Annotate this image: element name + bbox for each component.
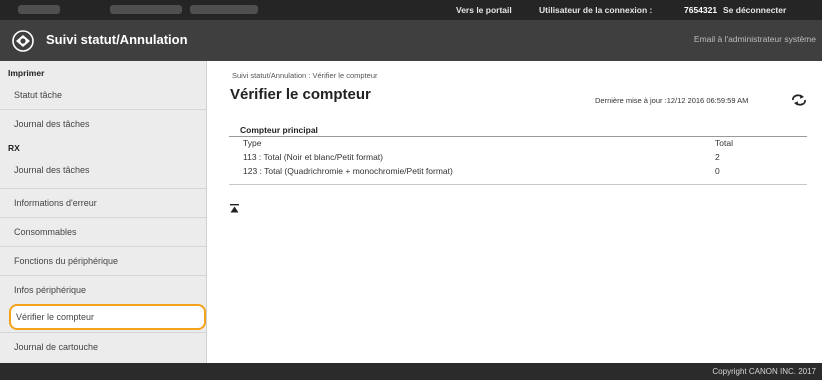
breadcrumb: Suivi statut/Annulation : Vérifier le co… (232, 71, 378, 80)
sidebar-item-check-counter[interactable]: Vérifier le compteur (9, 304, 206, 330)
sidebar-section-print: Imprimer (8, 68, 45, 78)
copyright-text: Copyright CANON INC. 2017 (712, 367, 816, 376)
table-header-row: Type Total (229, 137, 807, 151)
blurred-device-info (110, 5, 182, 14)
main-content: Suivi statut/Annulation : Vérifier le co… (207, 61, 822, 363)
email-admin-link[interactable]: Email à l'administrateur système (694, 34, 816, 44)
page-header-title: Suivi statut/Annulation (46, 32, 188, 47)
sidebar-item-error-info[interactable]: Informations d'erreur (0, 188, 206, 216)
login-user-label: Utilisateur de la connexion : (539, 5, 653, 15)
sidebar-item-job-status[interactable]: Statut tâche (0, 81, 206, 109)
app-logo-icon (12, 30, 34, 52)
sidebar: Imprimer Statut tâche Journal des tâches… (0, 61, 207, 363)
sidebar-item-cartridge-log[interactable]: Journal de cartouche (0, 332, 206, 360)
counter-total: 2 (715, 152, 720, 162)
column-header-type: Type (243, 138, 262, 148)
blurred-device-info (190, 5, 258, 14)
sidebar-item-consumables[interactable]: Consommables (0, 217, 206, 245)
counter-total: 0 (715, 166, 720, 176)
footer: Copyright CANON INC. 2017 (0, 363, 822, 380)
title-bar: Suivi statut/Annulation Email à l'admini… (0, 20, 822, 61)
table-row: 123 : Total (Quadrichromie + monochromie… (229, 165, 807, 179)
counter-heading: Compteur principal (240, 125, 318, 135)
blurred-device-name (18, 5, 60, 14)
scroll-top-icon[interactable] (230, 204, 239, 213)
sidebar-item-rx-job-log[interactable]: Journal des tâches (0, 156, 206, 184)
sidebar-section-rx: RX (8, 143, 20, 153)
portal-link[interactable]: Vers le portail (456, 5, 512, 15)
sidebar-item-device-features[interactable]: Fonctions du périphérique (0, 246, 206, 274)
table-row: 113 : Total (Noir et blanc/Petit format)… (229, 151, 807, 165)
last-update-text: Dernière mise à jour :12/12 2016 06:59:5… (595, 96, 749, 105)
divider (229, 184, 807, 185)
column-header-total: Total (715, 138, 733, 148)
page-title: Vérifier le compteur (230, 86, 371, 103)
sidebar-item-device-info[interactable]: Infos périphérique (0, 275, 206, 303)
top-bar: Vers le portail Utilisateur de la connex… (0, 0, 822, 20)
login-user-id: 7654321 (684, 5, 718, 15)
counter-type: 113 : Total (Noir et blanc/Petit format) (243, 152, 383, 162)
logout-link[interactable]: Se déconnecter (723, 5, 786, 15)
refresh-icon[interactable] (791, 94, 807, 106)
sidebar-item-print-job-log[interactable]: Journal des tâches (0, 109, 206, 137)
counter-type: 123 : Total (Quadrichromie + monochromie… (243, 166, 453, 176)
main-counter-table: Compteur principal Type Total 113 : Tota… (229, 125, 807, 185)
